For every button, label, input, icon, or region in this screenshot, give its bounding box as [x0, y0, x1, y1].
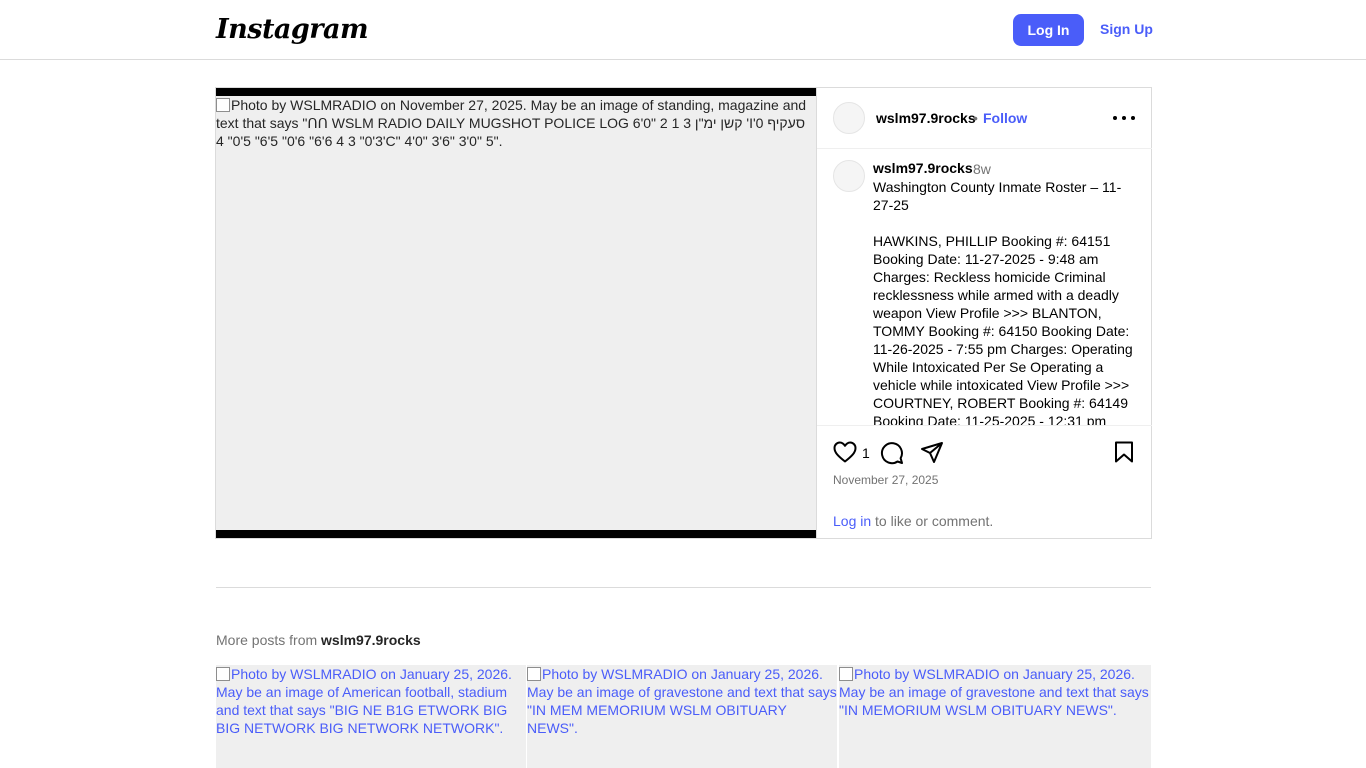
login-button[interactable]: Log In — [1013, 14, 1084, 46]
signup-link[interactable]: Sign Up — [1100, 21, 1153, 37]
share-icon[interactable] — [920, 441, 944, 465]
thumbnail-alt: Photo by WSLMRADIO on January 25, 2026. … — [839, 665, 1151, 719]
caption-text: Washington County Inmate Roster – 11-27-… — [873, 179, 1133, 425]
bookmark-icon[interactable] — [1114, 441, 1134, 463]
more-post-thumbnail[interactable]: Photo by WSLMRADIO on January 25, 2026. … — [527, 665, 837, 768]
post-image-alt-text: Photo by WSLMRADIO on November 27, 2025.… — [216, 97, 807, 149]
broken-image-icon — [839, 667, 853, 681]
caption-timestamp[interactable]: 8w — [973, 161, 991, 177]
section-divider — [216, 587, 1151, 588]
post-image-placeholder — [216, 96, 816, 530]
post-header: wslm97.9rocks • Follow — [817, 88, 1152, 149]
post-author-username[interactable]: wslm97.9rocks — [876, 110, 976, 126]
broken-image-icon — [527, 667, 541, 681]
thumbnail-alt-text: Photo by WSLMRADIO on January 25, 2026. … — [839, 666, 1149, 718]
caption-scroll-area[interactable]: wslm97.9rocks 8w Washington County Inmat… — [817, 150, 1152, 425]
caption-username[interactable]: wslm97.9rocks — [873, 160, 973, 176]
post-card: Photo by WSLMRADIO on November 27, 2025.… — [215, 87, 1152, 539]
login-prompt-text: to like or comment. — [871, 513, 994, 529]
thumbnail-alt: Photo by WSLMRADIO on January 25, 2026. … — [216, 665, 526, 737]
thumbnail-alt-text: Photo by WSLMRADIO on January 25, 2026. … — [216, 666, 512, 736]
login-link[interactable]: Log in — [833, 513, 871, 529]
broken-image-icon — [216, 667, 230, 681]
caption-avatar[interactable] — [833, 160, 865, 192]
thumbnail-alt: Photo by WSLMRADIO on January 25, 2026. … — [527, 665, 837, 737]
follow-button[interactable]: Follow — [983, 110, 1027, 126]
more-post-thumbnail[interactable]: Photo by WSLMRADIO on January 25, 2026. … — [216, 665, 526, 768]
more-posts-username[interactable]: wslm97.9rocks — [321, 632, 421, 648]
login-prompt: Log in to like or comment. — [833, 513, 993, 529]
post-date[interactable]: November 27, 2025 — [833, 473, 938, 487]
heart-icon[interactable] — [833, 441, 857, 463]
post-media[interactable]: Photo by WSLMRADIO on November 27, 2025.… — [216, 88, 816, 538]
separator-dot: • — [973, 110, 978, 126]
avatar[interactable] — [833, 102, 865, 134]
comment-icon[interactable] — [880, 441, 904, 465]
more-post-thumbnail[interactable]: Photo by WSLMRADIO on January 25, 2026. … — [839, 665, 1151, 768]
post-actions: 1 November 27, 2025 Log in to like or co… — [817, 425, 1152, 538]
more-posts-prefix: More posts from — [216, 632, 322, 648]
broken-image-icon — [216, 98, 230, 112]
like-count[interactable]: 1 — [862, 445, 870, 461]
post-sidebar: wslm97.9rocks • Follow wslm97.9rocks 8w … — [816, 88, 1152, 538]
top-bar: Instagram Log In Sign Up — [0, 0, 1366, 60]
instagram-logo[interactable]: Instagram — [216, 14, 369, 45]
more-posts-title: More posts from wslm97.9rocks — [216, 632, 421, 648]
thumbnail-alt-text: Photo by WSLMRADIO on January 25, 2026. … — [527, 666, 837, 736]
more-options-icon[interactable] — [1113, 108, 1135, 128]
post-image-alt: Photo by WSLMRADIO on November 27, 2025.… — [216, 96, 816, 150]
